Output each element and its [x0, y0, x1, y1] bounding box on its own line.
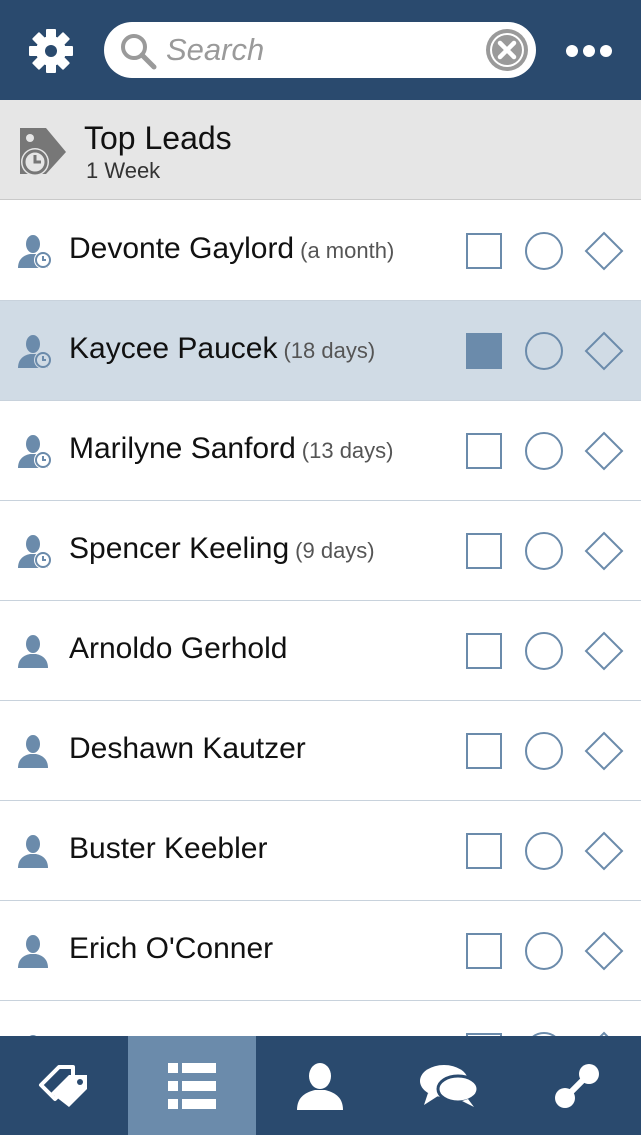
lead-name: Arnoldo Gerhold [69, 632, 293, 666]
lead-name-text: Deshawn Kautzer [69, 732, 306, 765]
tab-list[interactable] [128, 1036, 257, 1135]
tab-bar [0, 1036, 641, 1135]
lead-name-text: Buster Keebler [69, 832, 268, 865]
filter-header[interactable]: Top Leads 1 Week [0, 100, 641, 200]
lead-row[interactable]: Deshawn Kautzer [0, 701, 641, 801]
person-icon [18, 835, 48, 868]
lead-row[interactable]: Devonte Gaylord (a month) [0, 201, 641, 301]
lead-name: Buster Keebler [69, 832, 273, 866]
lead-name-text: Arnoldo Gerhold [69, 632, 288, 665]
person-clock-icon [18, 235, 52, 269]
lead-age: (13 days) [301, 438, 394, 463]
connect-icon [554, 1063, 599, 1108]
diamond-toggle[interactable] [584, 831, 624, 871]
lead-row[interactable]: Kaycee Paucek (18 days) [0, 301, 641, 401]
circle-toggle[interactable] [525, 632, 563, 670]
circle-toggle[interactable] [525, 932, 563, 970]
circle-toggle[interactable] [525, 432, 563, 470]
person-icon [18, 735, 48, 768]
tab-contacts[interactable] [256, 1036, 384, 1135]
lead-row[interactable] [0, 1001, 641, 1036]
diamond-toggle[interactable] [584, 931, 624, 971]
tab-chat[interactable] [385, 1036, 513, 1135]
circle-toggle[interactable] [525, 832, 563, 870]
square-toggle[interactable] [466, 833, 502, 869]
person-clock-icon [18, 335, 52, 369]
square-toggle[interactable] [466, 433, 502, 469]
diamond-toggle[interactable] [584, 731, 624, 771]
lead-row[interactable]: Arnoldo Gerhold [0, 601, 641, 701]
person-clock-icon [18, 535, 52, 569]
tags-icon [39, 1064, 88, 1107]
lead-name: Marilyne Sanford (13 days) [69, 432, 394, 466]
lead-row[interactable]: Buster Keebler [0, 801, 641, 901]
lead-name: Kaycee Paucek (18 days) [69, 332, 375, 366]
lead-age: (18 days) [283, 338, 376, 363]
square-toggle[interactable] [466, 233, 502, 269]
lead-name-text: Kaycee Paucek [69, 332, 278, 365]
search-box[interactable] [104, 22, 536, 78]
lead-row[interactable]: Erich O'Conner [0, 901, 641, 1001]
lead-row[interactable]: Spencer Keeling (9 days) [0, 501, 641, 601]
filter-subtitle: 1 Week [86, 158, 161, 183]
circle-toggle[interactable] [525, 332, 563, 370]
more-dots-icon[interactable] [566, 44, 612, 58]
chat-icon [419, 1064, 480, 1107]
lead-name: Spencer Keeling (9 days) [69, 532, 375, 566]
search-icon [121, 34, 157, 70]
lead-row[interactable]: Marilyne Sanford (13 days) [0, 401, 641, 501]
lead-name: Deshawn Kautzer [69, 732, 312, 766]
diamond-toggle[interactable] [584, 631, 624, 671]
square-toggle[interactable] [466, 533, 502, 569]
close-circle-icon[interactable] [484, 27, 530, 73]
lead-name: Devonte Gaylord (a month) [69, 232, 394, 266]
lead-age: (a month) [300, 238, 395, 263]
person-icon [18, 635, 48, 668]
diamond-toggle[interactable] [584, 231, 624, 271]
square-toggle[interactable] [466, 633, 502, 669]
list-icon [168, 1062, 217, 1109]
tab-leads[interactable] [0, 1036, 128, 1135]
gear-icon[interactable] [26, 26, 76, 76]
person-icon [18, 935, 48, 968]
diamond-toggle[interactable] [584, 331, 624, 371]
top-bar [0, 0, 641, 100]
diamond-toggle[interactable] [584, 531, 624, 571]
person-clock-icon [18, 435, 52, 469]
tab-connect[interactable] [513, 1036, 641, 1135]
circle-toggle[interactable] [525, 732, 563, 770]
lead-name: Erich O'Conner [69, 932, 279, 966]
lead-name-text: Marilyne Sanford [69, 432, 296, 465]
square-toggle[interactable] [466, 333, 502, 369]
circle-toggle[interactable] [525, 232, 563, 270]
tag-clock-icon [20, 128, 66, 176]
square-toggle[interactable] [466, 933, 502, 969]
diamond-toggle[interactable] [584, 431, 624, 471]
search-input[interactable] [166, 30, 466, 70]
circle-toggle[interactable] [525, 532, 563, 570]
lead-name-text: Spencer Keeling [69, 532, 290, 565]
leads-list[interactable]: Devonte Gaylord (a month) Kaycee Paucek (18… [0, 201, 641, 1036]
lead-age: (9 days) [295, 538, 375, 563]
lead-name-text: Erich O'Conner [69, 932, 274, 965]
contact-icon [297, 1062, 344, 1110]
filter-title: Top Leads [84, 120, 232, 156]
lead-name-text: Devonte Gaylord [69, 232, 295, 265]
square-toggle[interactable] [466, 733, 502, 769]
